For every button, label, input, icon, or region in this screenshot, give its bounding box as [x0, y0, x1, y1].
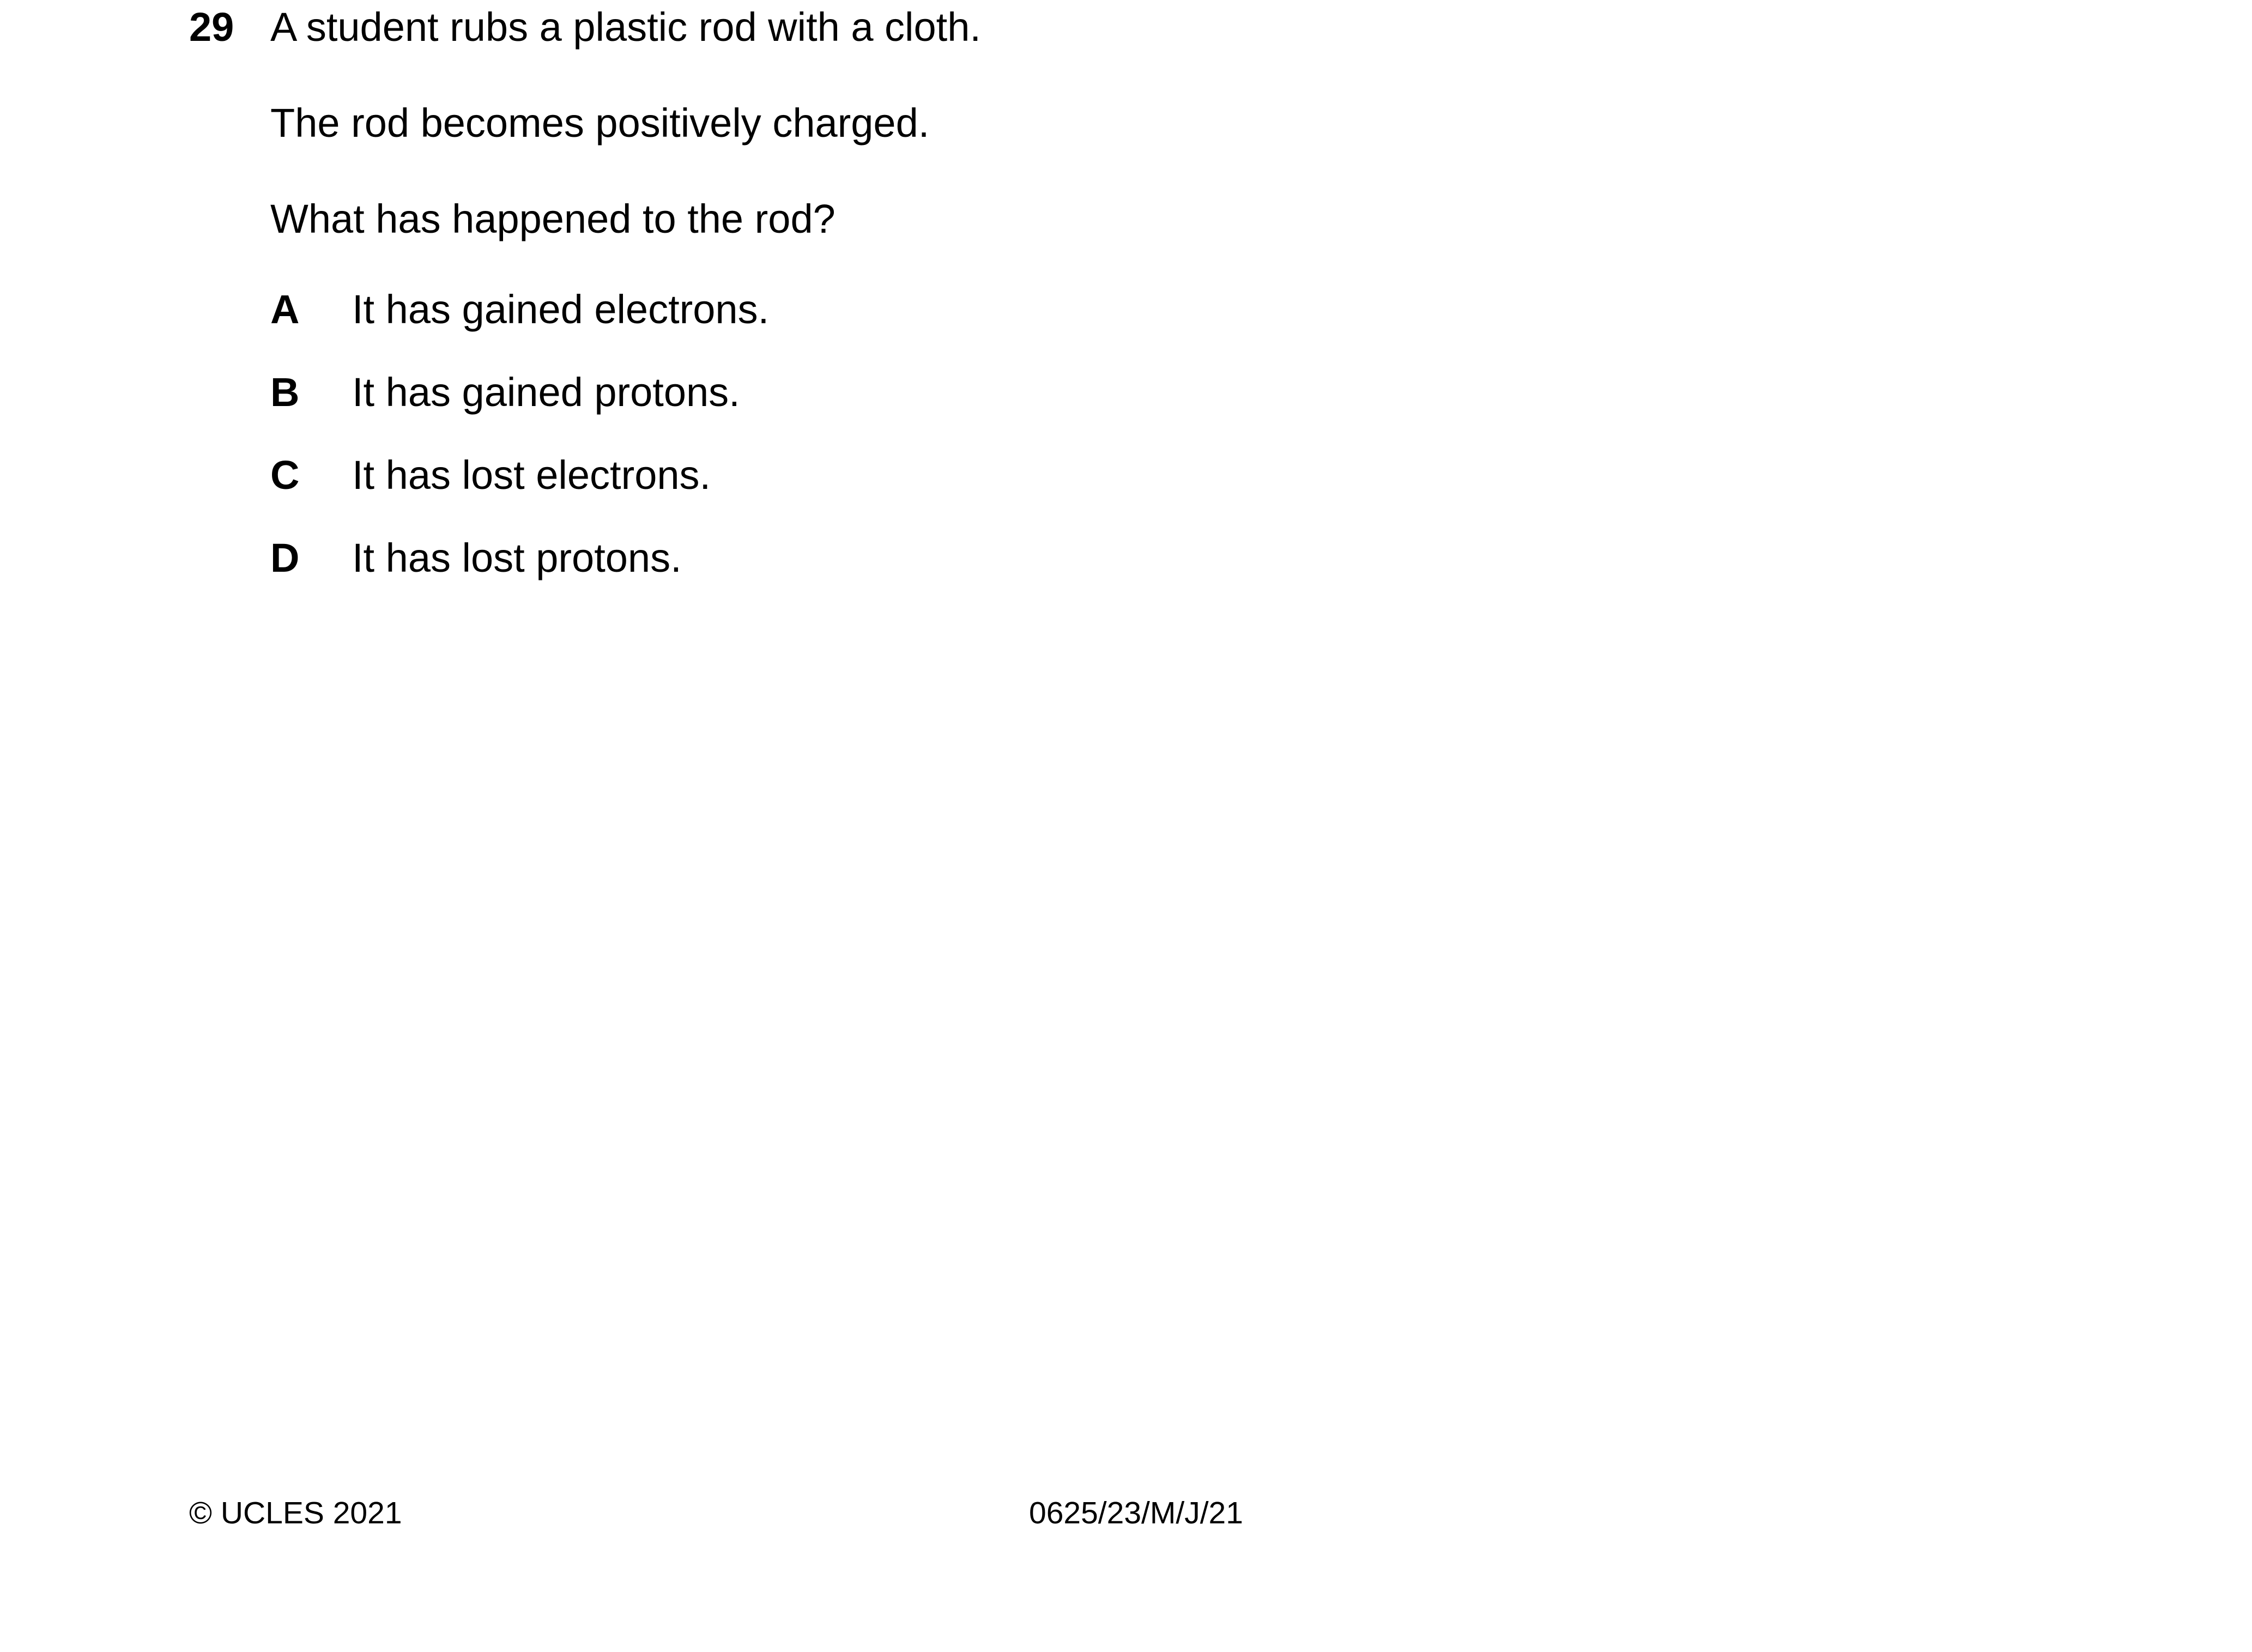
- question-number: 29: [189, 4, 234, 50]
- answer-option-b: B It has gained protons.: [270, 365, 740, 420]
- option-letter: D: [270, 535, 300, 580]
- option-letter: B: [270, 370, 300, 415]
- question-prompt: What has happened to the rod?: [270, 196, 836, 241]
- exam-page: 29 A student rubs a plastic rod with a c…: [0, 0, 2252, 1652]
- option-letter: C: [270, 452, 300, 498]
- option-text: It has lost protons.: [352, 535, 682, 580]
- answer-option-d: D It has lost protons.: [270, 531, 682, 585]
- question-stem-line-1: A student rubs a plastic rod with a clot…: [270, 4, 981, 50]
- option-text: It has lost electrons.: [352, 452, 711, 498]
- answer-option-a: A It has gained electrons.: [270, 282, 769, 337]
- option-letter: A: [270, 287, 300, 332]
- question-stem-line-2: The rod becomes positively charged.: [270, 100, 930, 146]
- option-text: It has gained electrons.: [352, 287, 770, 332]
- copyright-notice: © UCLES 2021: [189, 1496, 402, 1530]
- option-text: It has gained protons.: [352, 370, 740, 415]
- answer-option-c: C It has lost electrons.: [270, 448, 711, 503]
- paper-code: 0625/23/M/J/21: [1029, 1496, 1243, 1530]
